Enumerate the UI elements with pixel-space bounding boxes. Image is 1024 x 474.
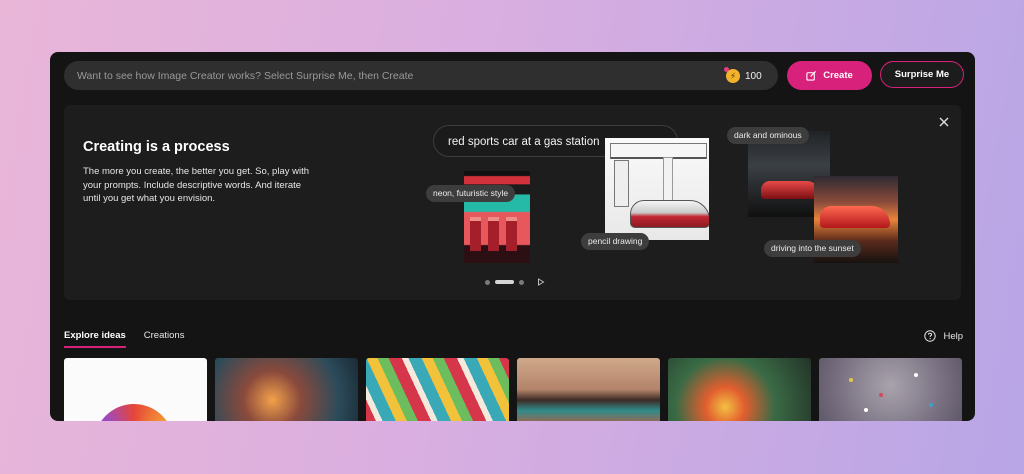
creating-process-banner: Creating is a process The more you creat…: [64, 105, 961, 300]
carousel-dot-active[interactable]: [495, 280, 514, 284]
idea-thumbnail[interactable]: [819, 358, 962, 421]
explore-ideas-gallery: [64, 358, 962, 421]
idea-thumbnail[interactable]: [215, 358, 358, 421]
create-button[interactable]: Create: [787, 61, 872, 90]
idea-thumbnail[interactable]: [668, 358, 811, 421]
pencil-drawing-image: [605, 138, 709, 240]
boost-coin-icon: ⚡: [724, 67, 740, 83]
tag-pencil-drawing: pencil drawing: [581, 233, 650, 250]
tag-driving-sunset: driving into the sunset: [764, 240, 861, 257]
help-link[interactable]: Help: [924, 330, 963, 342]
surprise-me-button[interactable]: Surprise Me: [880, 61, 964, 88]
create-icon: [806, 70, 817, 81]
boost-count: 100: [745, 70, 762, 82]
image-creator-window: ⚡ 100 Create Surprise Me Creating is a p…: [50, 52, 975, 421]
surprise-me-label: Surprise Me: [894, 69, 950, 80]
tag-dark-ominous: dark and ominous: [727, 127, 809, 144]
idea-thumbnail[interactable]: [366, 358, 509, 421]
banner-title: Creating is a process: [83, 139, 230, 155]
gallery-tabs: Explore ideas Creations: [64, 330, 202, 348]
prompt-bar: ⚡ 100: [64, 61, 778, 90]
carousel-indicator: [485, 277, 545, 287]
banner-description: The more you create, the better you get.…: [83, 166, 310, 204]
tag-neon-futuristic: neon, futuristic style: [426, 185, 516, 202]
create-label: Create: [823, 70, 853, 81]
carousel-dot[interactable]: [519, 279, 524, 285]
play-icon[interactable]: [537, 278, 545, 286]
tab-creations[interactable]: Creations: [144, 330, 185, 348]
prompt-input[interactable]: [64, 61, 717, 90]
tab-explore-ideas[interactable]: Explore ideas: [64, 330, 126, 348]
idea-thumbnail[interactable]: [517, 358, 660, 421]
idea-thumbnail[interactable]: [64, 358, 207, 421]
help-label: Help: [943, 330, 963, 342]
boost-counter[interactable]: ⚡ 100: [724, 67, 762, 84]
carousel-dot[interactable]: [485, 279, 490, 285]
close-icon[interactable]: [937, 115, 951, 129]
help-icon: [924, 330, 937, 342]
